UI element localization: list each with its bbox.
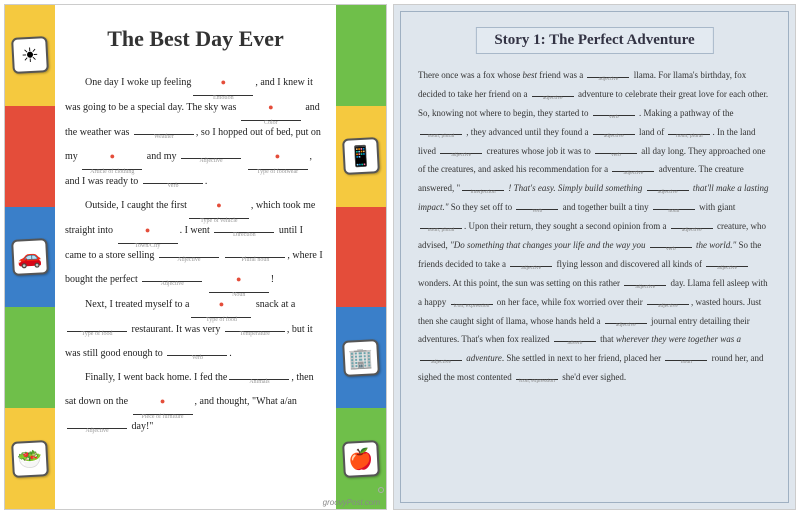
blank-town[interactable]: ●Town/City	[118, 219, 178, 244]
left-story: One day I woke up feeling ●Emotion, and …	[65, 71, 326, 439]
blank-adjective-3[interactable]: Adjective	[142, 281, 202, 282]
blank-adjective-2[interactable]: Adjective	[159, 257, 219, 258]
blank-adjective-1[interactable]: Adjective	[181, 158, 241, 159]
worksheet-left: + ☀ 🚗 🥗 The Best Day Ever One day I woke…	[4, 4, 387, 510]
blank-r25[interactable]: noun	[665, 360, 707, 361]
attribution: groovyPost.com	[323, 498, 380, 507]
blank-r5[interactable]: adjective	[593, 134, 635, 135]
blank-r13[interactable]: noun	[653, 209, 695, 210]
food-icon: 🥗	[11, 440, 49, 478]
blank-weather[interactable]: Weather	[134, 134, 194, 135]
blank-adjective-4[interactable]: Adjective	[67, 428, 127, 429]
blank-emotion[interactable]: ●Emotion	[193, 71, 253, 96]
resize-handle-icon	[378, 487, 384, 493]
blank-r1[interactable]: adjective	[587, 77, 629, 78]
right-border-column: 📱 🏢 🍎	[336, 5, 386, 509]
blank-r23[interactable]: adverb	[554, 341, 596, 342]
blank-food-1[interactable]: ●Type of food	[191, 293, 251, 318]
blank-temp[interactable]: Temperature	[225, 331, 285, 332]
blank-r19[interactable]: adjective	[624, 285, 666, 286]
blank-r9[interactable]: adjective	[612, 171, 654, 172]
worksheet-right: Story 1: The Perfect Adventure There onc…	[393, 4, 796, 510]
car-icon: 🚗	[11, 238, 49, 276]
blank-r7[interactable]: adjective	[440, 153, 482, 154]
sun-icon: ☀	[11, 36, 49, 74]
blank-r17[interactable]: adjective	[510, 266, 552, 267]
left-title: The Best Day Ever	[65, 15, 326, 63]
blank-footwear[interactable]: ●Type of footwear	[248, 145, 308, 170]
blank-r8[interactable]: verb	[595, 153, 637, 154]
left-border-column: ☀ 🚗 🥗	[5, 5, 55, 509]
blank-furniture[interactable]: ●Piece of furniture	[133, 390, 193, 415]
blank-r3[interactable]: verb	[593, 115, 635, 116]
blank-verb-2[interactable]: Verb	[167, 355, 227, 356]
building-icon: 🏢	[342, 339, 380, 377]
phone-icon: 📱	[342, 137, 380, 175]
blank-color[interactable]: ●Color	[241, 96, 301, 121]
blank-r15[interactable]: adjective	[671, 228, 713, 229]
blank-r24[interactable]: adjective	[420, 360, 462, 361]
blank-r10[interactable]: interjection	[462, 190, 504, 191]
blank-r16[interactable]: verb	[650, 247, 692, 248]
blank-r6[interactable]: noun, plural	[668, 134, 710, 135]
left-content: The Best Day Ever One day I woke up feel…	[55, 5, 336, 509]
apple-icon: 🍎	[342, 440, 380, 478]
blank-plural[interactable]: Plural noun	[225, 257, 285, 258]
blank-r11[interactable]: adjective	[647, 190, 689, 191]
blank-direction[interactable]: Direction	[214, 232, 274, 233]
blank-vehicle[interactable]: ●Type of vehicle	[189, 194, 249, 219]
blank-r2[interactable]: adjective	[532, 96, 574, 97]
right-title: Story 1: The Perfect Adventure	[475, 27, 713, 54]
blank-food-2[interactable]: Type of food	[67, 331, 127, 332]
blank-r21[interactable]: adjective	[647, 304, 689, 305]
blank-r18[interactable]: adjective	[706, 266, 748, 267]
blank-r12[interactable]: verb	[516, 209, 558, 210]
blank-r14[interactable]: noun, plural	[420, 228, 462, 229]
blank-r22[interactable]: adjective	[605, 323, 647, 324]
blank-r20[interactable]: icon, expression	[451, 304, 493, 305]
blank-animals[interactable]: Animals	[229, 379, 289, 380]
blank-verb-1[interactable]: Verb	[143, 183, 203, 184]
right-story: There once was a fox whose best friend w…	[418, 66, 771, 387]
blank-r4[interactable]: noun, plural	[420, 134, 462, 135]
blank-noun[interactable]: ●Noun	[209, 268, 269, 293]
blank-clothing[interactable]: ●Article of clothing	[82, 145, 142, 170]
blank-r26[interactable]: icon, expression	[516, 379, 558, 380]
